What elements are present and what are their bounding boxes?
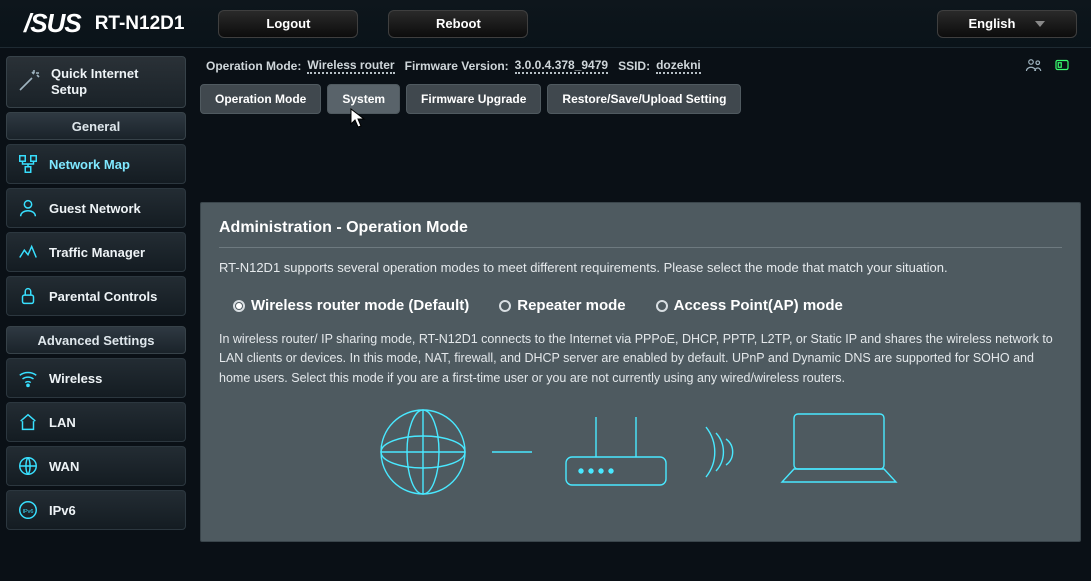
admin-tabs: Operation Mode System Firmware Upgrade R… <box>200 84 1081 114</box>
status-ssid-key: SSID: <box>618 59 650 73</box>
sidebar-item-label: Parental Controls <box>49 289 157 304</box>
sidebar-item-label: WAN <box>49 459 79 474</box>
lan-icon <box>17 411 39 433</box>
sidebar-item-label: Wireless <box>49 371 102 386</box>
sidebar-item-label: Guest Network <box>49 201 141 216</box>
radio-label: Wireless router mode (Default) <box>251 297 469 314</box>
tab-restore-save-upload[interactable]: Restore/Save/Upload Setting <box>547 84 741 114</box>
radio-icon <box>656 300 668 312</box>
status-line: Operation Mode: Wireless router Firmware… <box>200 56 1081 76</box>
svg-text:IPv6: IPv6 <box>22 509 33 515</box>
status-fw-value[interactable]: 3.0.0.4.378_9479 <box>515 58 608 74</box>
clients-icon[interactable] <box>1025 56 1043 77</box>
signal-icon <box>700 417 750 487</box>
laptop-icon <box>764 402 914 502</box>
tab-system[interactable]: System <box>327 84 400 114</box>
router-icon <box>546 402 686 502</box>
sidebar-item-network-map[interactable]: Network Map <box>6 144 186 184</box>
mode-explanation: In wireless router/ IP sharing mode, RT-… <box>219 330 1062 388</box>
status-opmode-value[interactable]: Wireless router <box>307 58 394 74</box>
network-map-icon <box>17 153 39 175</box>
chevron-down-icon <box>1035 21 1045 27</box>
wand-icon <box>17 69 41 96</box>
mode-radio-group: Wireless router mode (Default) Repeater … <box>233 297 1062 314</box>
status-opmode-key: Operation Mode: <box>206 59 301 73</box>
reboot-button[interactable]: Reboot <box>388 10 528 38</box>
top-bar: /SUS RT-N12D1 Logout Reboot English <box>0 0 1091 48</box>
sidebar-item-wireless[interactable]: Wireless <box>6 358 186 398</box>
tab-firmware-upgrade[interactable]: Firmware Upgrade <box>406 84 541 114</box>
radio-icon <box>233 300 245 312</box>
sidebar-item-label: Traffic Manager <box>49 245 145 260</box>
radio-icon <box>499 300 511 312</box>
usb-status-icon[interactable] <box>1053 56 1071 77</box>
ipv6-icon: IPv6 <box>17 499 39 521</box>
sidebar-item-guest-network[interactable]: Guest Network <box>6 188 186 228</box>
sidebar-item-label: Network Map <box>49 157 130 172</box>
sidebar-item-label: LAN <box>49 415 76 430</box>
sidebar-item-wan[interactable]: WAN <box>6 446 186 486</box>
radio-access-point-mode[interactable]: Access Point(AP) mode <box>656 297 843 314</box>
brand-logo: /SUS <box>24 8 81 39</box>
sidebar-item-ipv6[interactable]: IPv6 IPv6 <box>6 490 186 530</box>
language-label: English <box>969 16 1016 31</box>
operation-mode-panel: Administration - Operation Mode RT-N12D1… <box>200 202 1081 542</box>
panel-title: Administration - Operation Mode <box>219 219 1062 248</box>
globe-icon <box>368 402 478 502</box>
status-fw-key: Firmware Version: <box>405 59 509 73</box>
sidebar-item-label: IPv6 <box>49 503 76 518</box>
sidebar-item-label: Quick Internet Setup <box>51 66 138 97</box>
guest-network-icon <box>17 197 39 219</box>
radio-label: Access Point(AP) mode <box>674 297 843 314</box>
wan-icon <box>17 455 39 477</box>
topology-diagram <box>219 402 1062 502</box>
radio-wireless-router-mode[interactable]: Wireless router mode (Default) <box>233 297 469 314</box>
sidebar-item-traffic-manager[interactable]: Traffic Manager <box>6 232 186 272</box>
panel-description: RT-N12D1 supports several operation mode… <box>219 260 1062 275</box>
logout-button[interactable]: Logout <box>218 10 358 38</box>
sidebar-section-advanced: Advanced Settings <box>6 326 186 354</box>
model-name: RT-N12D1 <box>95 13 185 35</box>
sidebar-section-general: General <box>6 112 186 140</box>
sidebar: Quick Internet Setup General Network Map… <box>0 48 192 581</box>
tab-operation-mode[interactable]: Operation Mode <box>200 84 321 114</box>
language-dropdown[interactable]: English <box>937 10 1077 38</box>
radio-label: Repeater mode <box>517 297 625 314</box>
status-ssid-value[interactable]: dozekni <box>656 58 701 74</box>
wireless-icon <box>17 367 39 389</box>
parental-controls-icon <box>17 285 39 307</box>
link-line-icon <box>492 442 532 462</box>
sidebar-item-parental-controls[interactable]: Parental Controls <box>6 276 186 316</box>
radio-repeater-mode[interactable]: Repeater mode <box>499 297 625 314</box>
quick-internet-setup-button[interactable]: Quick Internet Setup <box>6 56 186 108</box>
traffic-manager-icon <box>17 241 39 263</box>
sidebar-item-lan[interactable]: LAN <box>6 402 186 442</box>
